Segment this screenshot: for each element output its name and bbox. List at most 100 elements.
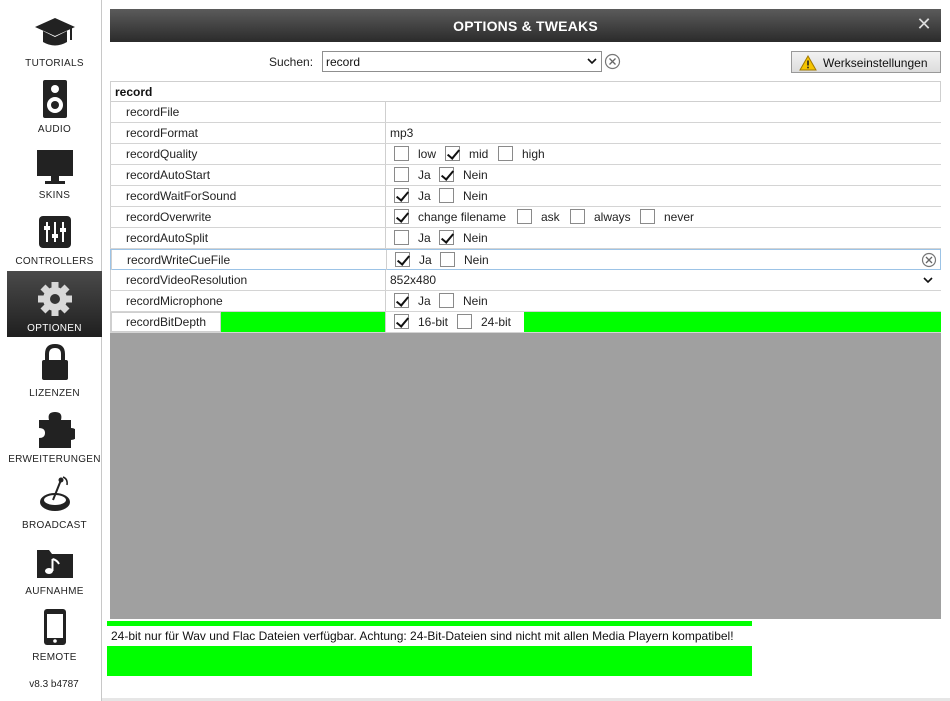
option-label: Ja — [418, 168, 431, 182]
sidebar-item-label: LIZENZEN — [29, 388, 80, 399]
checkbox-ja[interactable] — [394, 293, 409, 308]
warning-icon — [799, 55, 817, 71]
option-label: always — [594, 210, 631, 224]
sidebar-item-label: ERWEITERUNGEN — [8, 454, 101, 465]
close-icon[interactable]: ✕ — [915, 15, 933, 33]
sidebar-item-optionen[interactable]: OPTIONEN — [7, 271, 102, 337]
chevron-down-icon[interactable] — [923, 275, 933, 285]
sliders-icon — [39, 216, 71, 248]
table-row[interactable]: recordFormat mp3 — [110, 123, 941, 144]
option-info-text: 24-bit nur für Wav und Flac Dateien verf… — [111, 629, 734, 643]
table-row[interactable]: recordFile — [110, 102, 941, 123]
resolution-select[interactable]: 852x480 — [386, 270, 941, 290]
table-row[interactable]: recordMicrophone Ja Nein — [110, 291, 941, 312]
checkbox-nein[interactable] — [439, 188, 454, 203]
option-label: 24-bit — [481, 315, 512, 329]
option-name-cell: recordAutoSplit — [110, 228, 386, 248]
sidebar-item-label: BROADCAST — [22, 520, 87, 531]
option-value: 852x480 — [390, 273, 437, 287]
window-title: OPTIONS & TWEAKS — [453, 18, 598, 34]
option-name: recordWaitForSound — [126, 189, 237, 203]
option-name-cell: recordWriteCueFile — [111, 250, 387, 270]
checkbox-never[interactable] — [640, 209, 655, 224]
option-value[interactable]: mp3 — [390, 126, 413, 140]
checkbox-ja[interactable] — [395, 252, 410, 267]
checkbox-nein[interactable] — [439, 293, 454, 308]
sidebar-item-aufnahme[interactable]: AUFNAHME — [7, 534, 102, 600]
reset-option-icon[interactable] — [921, 252, 937, 268]
gear-icon — [38, 282, 72, 316]
music-folder-icon — [37, 550, 73, 578]
table-row[interactable]: recordWaitForSound Ja Nein — [110, 186, 941, 207]
checkbox-ja[interactable] — [394, 188, 409, 203]
option-label: low — [418, 147, 437, 161]
factory-reset-button[interactable]: Werkseinstellungen — [791, 51, 941, 73]
sidebar-item-audio[interactable]: AUDIO — [7, 72, 102, 138]
checkbox-low[interactable] — [394, 146, 409, 161]
option-label: Ja — [418, 231, 431, 245]
checkbox-high[interactable] — [498, 146, 513, 161]
option-value-cell[interactable]: mp3 — [386, 123, 941, 143]
option-name: recordFormat — [126, 126, 199, 140]
checkbox-16-bit[interactable] — [394, 314, 409, 329]
option-value-cell: low mid high — [386, 144, 941, 164]
checkbox-ask[interactable] — [517, 209, 532, 224]
sidebar-item-label: AUFNAHME — [25, 586, 84, 597]
monitor-icon — [37, 150, 73, 184]
option-value-cell: Ja Nein — [387, 250, 940, 270]
sidebar-item-controllers[interactable]: CONTROLLERS — [7, 204, 102, 270]
option-name: recordBitDepth — [126, 315, 207, 329]
option-value-cell[interactable] — [386, 102, 941, 122]
option-label: Ja — [419, 253, 432, 267]
factory-reset-label: Werkseinstellungen — [823, 56, 928, 70]
table-row[interactable]: recordQuality low mid high — [110, 144, 941, 165]
checkbox-always[interactable] — [570, 209, 585, 224]
search-input[interactable] — [326, 54, 576, 69]
sidebar-item-tutorials[interactable]: TUTORIALS — [7, 6, 102, 72]
option-value-cell: change filename ask always never — [386, 207, 941, 227]
checkbox-ja[interactable] — [394, 230, 409, 245]
option-name-cell: recordFile — [110, 102, 386, 122]
version-label: v8.3 b4787 — [29, 679, 79, 690]
option-name: recordVideoResolution — [126, 273, 248, 287]
table-row[interactable]: recordVideoResolution 852x480 — [110, 270, 941, 291]
option-value-cell: Ja Nein — [386, 228, 941, 248]
option-value-cell: Ja Nein — [386, 291, 941, 311]
sidebar-item-remote[interactable]: REMOTE — [7, 600, 102, 666]
graduation-cap-icon — [35, 18, 75, 46]
option-label: Ja — [418, 189, 431, 203]
search-combobox[interactable] — [322, 51, 602, 72]
table-row-highlighted[interactable]: recordBitDepth 16-bit 24-bit — [110, 312, 941, 333]
option-name: recordQuality — [126, 147, 198, 161]
table-row[interactable]: recordAutoSplit Ja Nein — [110, 228, 941, 249]
puzzle-icon — [39, 412, 75, 448]
option-name: recordOverwrite — [126, 210, 212, 224]
title-bar: OPTIONS & TWEAKS ✕ — [110, 9, 941, 42]
table-row-hovered[interactable]: recordWriteCueFile Ja Nein — [110, 249, 941, 270]
sidebar-item-broadcast[interactable]: BROADCAST — [7, 468, 102, 534]
checkbox-nein[interactable] — [439, 167, 454, 182]
chevron-down-icon[interactable] — [587, 56, 597, 66]
option-value-cell: Ja Nein — [386, 165, 941, 185]
checkbox-ja[interactable] — [394, 167, 409, 182]
table-row[interactable]: recordAutoStart Ja Nein — [110, 165, 941, 186]
clear-search-icon[interactable] — [604, 53, 621, 70]
checkbox-24-bit[interactable] — [457, 314, 472, 329]
sidebar-item-erweiterungen[interactable]: ERWEITERUNGEN — [7, 402, 102, 468]
checkbox-nein[interactable] — [439, 230, 454, 245]
checkbox-mid[interactable] — [445, 146, 460, 161]
checkbox-nein[interactable] — [440, 252, 455, 267]
option-name-cell: recordAutoStart — [110, 165, 386, 185]
option-name: recordMicrophone — [126, 294, 223, 308]
sidebar: TUTORIALS AUDIO SKINS CONTROLLERS OPTION… — [0, 0, 102, 701]
sidebar-item-lizenzen[interactable]: LIZENZEN — [7, 336, 102, 402]
search-label: Suchen: — [269, 55, 314, 69]
table-row[interactable]: recordOverwrite change filename ask alwa… — [110, 207, 941, 228]
sidebar-item-skins[interactable]: SKINS — [7, 138, 102, 204]
speaker-icon — [43, 80, 67, 118]
option-name: recordAutoSplit — [126, 231, 209, 245]
option-name-cell: recordQuality — [110, 144, 386, 164]
checkbox-change-filename[interactable] — [394, 209, 409, 224]
option-label: Nein — [463, 294, 488, 308]
option-value-cell: Ja Nein — [386, 186, 941, 206]
